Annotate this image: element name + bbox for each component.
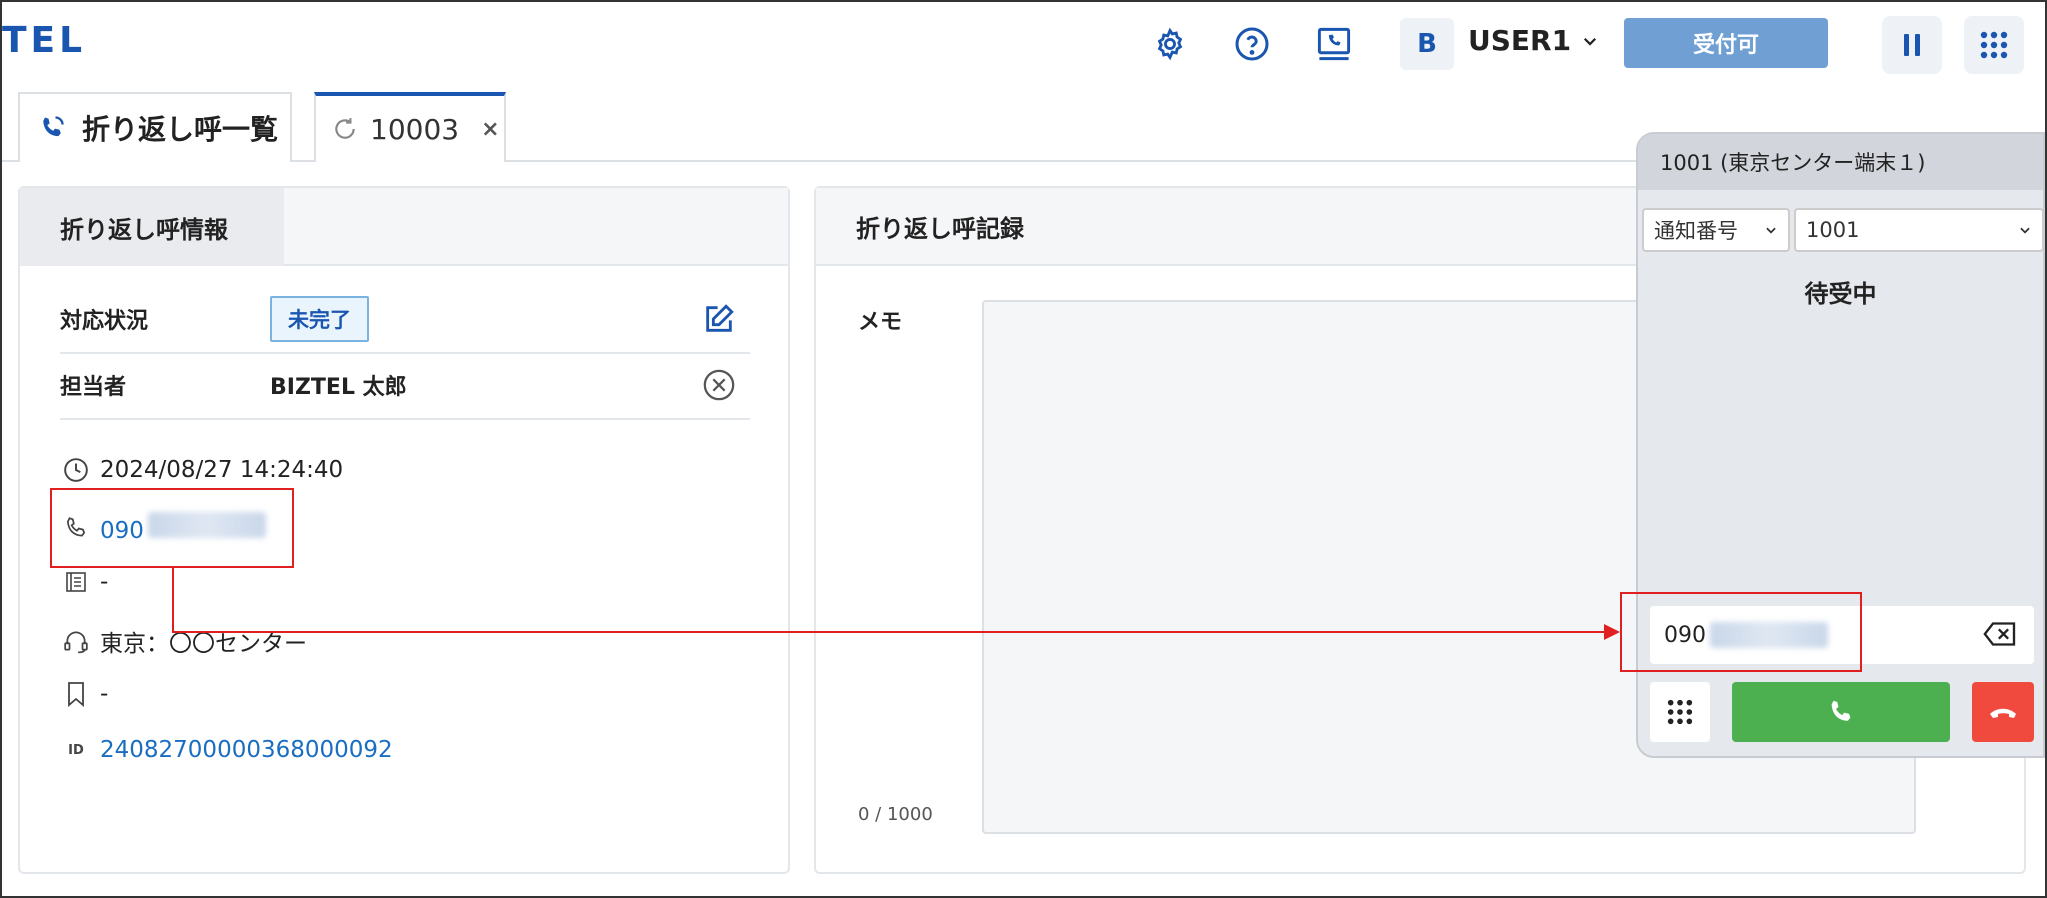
assignee-row: 担当者 BIZTEL 太郎 xyxy=(60,360,750,410)
annotation-line xyxy=(172,568,174,632)
keypad-button[interactable] xyxy=(1650,682,1710,742)
phone-icon xyxy=(1831,700,1851,721)
id-row: ID 24082700000368000092 xyxy=(62,736,393,764)
row-divider xyxy=(60,418,750,420)
note-value: - xyxy=(100,569,109,595)
status-label: 対応状況 xyxy=(60,309,149,334)
clock-icon xyxy=(62,456,90,484)
center-value: 東京：〇〇センター xyxy=(100,631,307,657)
memo-label: メモ xyxy=(858,310,903,335)
app-menu-button[interactable] xyxy=(1964,16,2024,74)
biztel-logo: TEL xyxy=(2,20,87,61)
notify-select[interactable]: 通知番号 xyxy=(1642,208,1790,252)
tab-callback-list[interactable]: 折り返し呼一覧 xyxy=(18,92,292,162)
softphone-icon[interactable] xyxy=(1314,24,1354,64)
keypad-icon xyxy=(1667,699,1693,725)
headset-icon xyxy=(62,627,90,655)
id-icon: ID xyxy=(68,742,84,758)
refresh-icon xyxy=(335,118,355,139)
username-label: USER1 xyxy=(1468,24,1572,57)
call-button[interactable] xyxy=(1732,682,1950,742)
annotation-arrowhead-icon xyxy=(1604,624,1620,640)
bookmark-value: - xyxy=(100,681,109,707)
number-select[interactable]: 1001 xyxy=(1794,208,2043,252)
hangup-button[interactable] xyxy=(1972,682,2034,742)
pause-button[interactable] xyxy=(1882,16,1942,74)
chevron-down-icon xyxy=(2020,227,2030,234)
close-icon[interactable]: × xyxy=(481,117,499,142)
assignee-label: 担当者 xyxy=(60,375,127,400)
status-badge: 未完了 xyxy=(270,296,369,342)
clear-assignee-icon[interactable] xyxy=(702,368,736,408)
hangup-icon xyxy=(1990,708,2016,718)
user-menu[interactable]: USER1 xyxy=(1468,24,1599,57)
status-row: 対応状況 未完了 xyxy=(60,294,750,344)
notify-select-value: 通知番号 xyxy=(1654,219,1738,243)
chevron-down-icon xyxy=(1584,37,1597,46)
annotation-line xyxy=(172,631,1608,633)
status-button[interactable]: 受付可 xyxy=(1624,18,1828,68)
tab-label: 折り返し呼一覧 xyxy=(82,113,279,146)
tab-label: 10003 xyxy=(370,112,460,146)
backspace-icon[interactable] xyxy=(1982,620,2018,654)
gear-icon[interactable] xyxy=(1150,24,1190,64)
avatar[interactable]: B xyxy=(1400,18,1454,70)
pause-icon xyxy=(1904,34,1920,56)
annotation-box-target xyxy=(1620,592,1862,672)
document-icon xyxy=(62,568,90,596)
help-icon[interactable] xyxy=(1232,24,1272,64)
bookmark-row: - xyxy=(62,680,108,708)
softphone-title: 1001 (東京センター端末１) xyxy=(1638,134,2043,190)
datetime-row: 2024/08/27 14:24:40 xyxy=(62,456,343,484)
center-row: 東京：〇〇センター xyxy=(62,624,307,658)
bookmark-icon xyxy=(62,680,90,708)
tab-callback-10003[interactable]: 10003 × xyxy=(314,92,506,162)
panel-title: 折り返し呼情報 xyxy=(20,188,284,266)
number-select-value: 1001 xyxy=(1806,218,1860,242)
datetime-value: 2024/08/27 14:24:40 xyxy=(100,457,344,483)
app-header: TEL B USER1 受付可 xyxy=(2,2,2045,86)
id-link[interactable]: 24082700000368000092 xyxy=(100,737,393,763)
grid-icon xyxy=(1980,31,2008,59)
phone-state: 待受中 xyxy=(1804,280,1877,308)
note-row: - xyxy=(62,568,108,596)
row-divider xyxy=(60,352,750,354)
assignee-value: BIZTEL 太郎 xyxy=(270,375,407,400)
callback-phone-icon xyxy=(43,116,64,137)
annotation-box-source xyxy=(50,488,294,568)
panel-header: 折り返し呼情報 xyxy=(20,188,788,266)
char-counter: 0 / 1000 xyxy=(858,804,933,825)
chevron-down-icon xyxy=(1766,227,1776,234)
edit-icon[interactable] xyxy=(702,302,736,342)
